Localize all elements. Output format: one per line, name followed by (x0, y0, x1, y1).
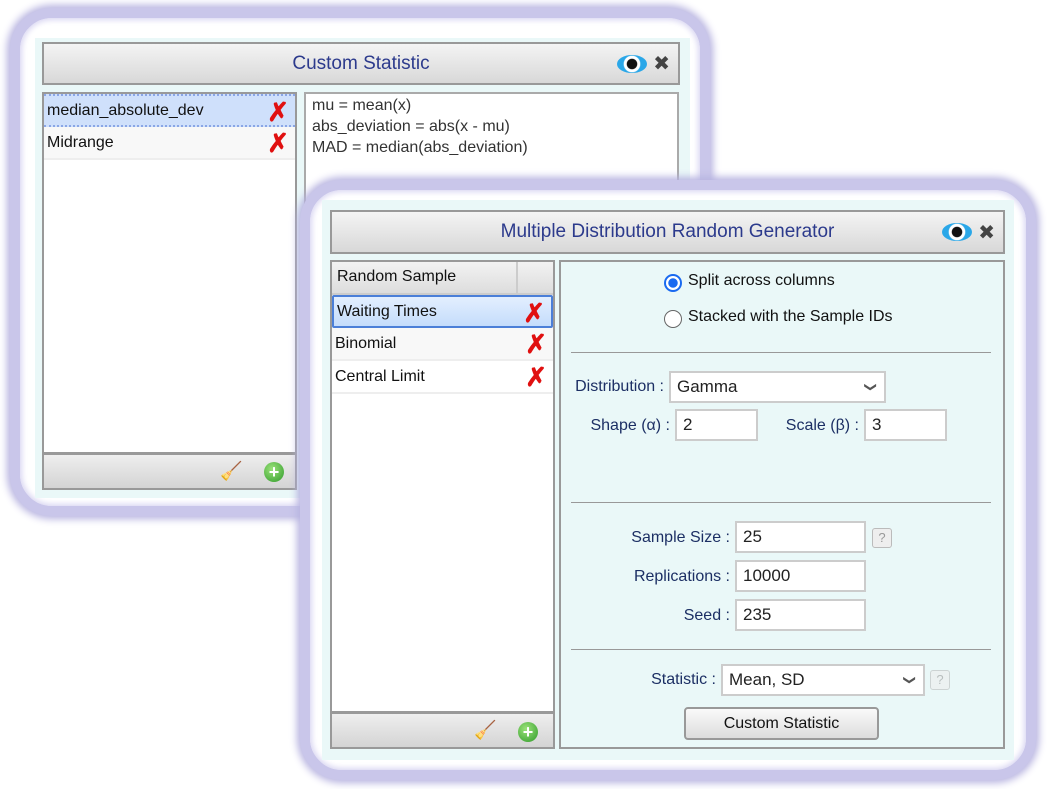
stacked-label: Stacked with the Sample IDs (688, 308, 893, 325)
seed-input[interactable]: 235 (735, 599, 866, 631)
chevron-down-icon: ❯ (902, 674, 917, 686)
delete-icon[interactable]: ✗ (267, 130, 289, 156)
statistic-value: Mean, SD (729, 670, 805, 689)
item-label: Midrange (47, 133, 114, 151)
divider (571, 502, 991, 503)
code-line: abs_deviation = abs(x - mu) (312, 118, 510, 135)
add-icon[interactable]: + (264, 462, 284, 482)
eye-icon[interactable] (942, 223, 973, 241)
distribution-label: Distribution : (575, 378, 664, 395)
list-item[interactable]: Waiting Times ✗ (332, 295, 553, 328)
scale-input[interactable]: 3 (864, 409, 947, 441)
close-icon[interactable]: ✖ (653, 51, 670, 76)
list-header-spacer (518, 262, 553, 293)
statistic-select[interactable]: Mean, SD ❯ (721, 664, 925, 696)
distribution-value: Gamma (677, 377, 738, 396)
divider (571, 649, 991, 650)
list-item[interactable]: Binomial ✗ (332, 328, 553, 361)
window-title: Multiple Distribution Random Generator (500, 221, 835, 242)
code-line: MAD = median(abs_deviation) (312, 139, 528, 156)
list-item[interactable]: Central Limit ✗ (332, 361, 553, 394)
list-item[interactable]: Midrange ✗ (44, 127, 295, 160)
custom-statistic-titlebar[interactable]: Custom Statistic ✖ (42, 42, 680, 85)
eye-icon[interactable] (617, 54, 648, 73)
sample-size-label: Sample Size : (631, 529, 730, 546)
custom-statistic-button[interactable]: Custom Statistic (684, 707, 879, 740)
split-columns-label: Split across columns (688, 272, 835, 289)
split-columns-radio[interactable] (664, 274, 682, 292)
sample-size-input[interactable]: 25 (735, 521, 866, 553)
help-icon[interactable]: ? (930, 670, 950, 690)
item-label: Binomial (335, 334, 397, 352)
delete-icon[interactable]: ✗ (267, 99, 289, 125)
divider (571, 352, 991, 353)
add-icon[interactable]: + (518, 722, 538, 742)
random-sample-list: Random Sample Waiting Times ✗ Binomial ✗… (330, 260, 555, 713)
code-line: mu = mean(x) (312, 97, 412, 114)
broom-icon[interactable]: 🧹 (220, 461, 242, 482)
statistic-label: Statistic : (651, 671, 716, 688)
replications-input[interactable]: 10000 (735, 560, 866, 592)
distribution-select[interactable]: Gamma ❯ (669, 371, 886, 403)
window-title: Custom Statistic (292, 52, 430, 74)
scale-label: Scale (β) : (785, 417, 859, 434)
random-sample-list-footer: 🧹 + (330, 712, 555, 749)
item-label: Central Limit (335, 367, 425, 385)
seed-label: Seed : (683, 607, 730, 624)
delete-icon[interactable]: ✗ (523, 300, 545, 326)
help-icon[interactable]: ? (872, 528, 892, 548)
list-item[interactable]: median_absolute_dev ✗ (44, 94, 295, 127)
item-label: median_absolute_dev (47, 101, 204, 119)
list-header-label: Random Sample (332, 262, 518, 293)
shape-input[interactable]: 2 (675, 409, 758, 441)
generator-titlebar[interactable]: Multiple Distribution Random Generator ✖ (330, 210, 1005, 254)
replications-label: Replications : (633, 568, 730, 585)
delete-icon[interactable]: ✗ (525, 364, 547, 390)
chevron-down-icon: ❯ (863, 381, 878, 393)
broom-icon[interactable]: 🧹 (474, 720, 496, 741)
delete-icon[interactable]: ✗ (525, 331, 547, 357)
stacked-radio[interactable] (664, 310, 682, 328)
list-header: Random Sample (332, 262, 553, 295)
close-icon[interactable]: ✖ (978, 220, 995, 245)
custom-statistic-list-footer: 🧹 + (42, 453, 297, 490)
shape-label: Shape (α) : (590, 417, 670, 434)
custom-statistic-list: median_absolute_dev ✗ Midrange ✗ (42, 92, 297, 454)
item-label: Waiting Times (337, 302, 437, 320)
